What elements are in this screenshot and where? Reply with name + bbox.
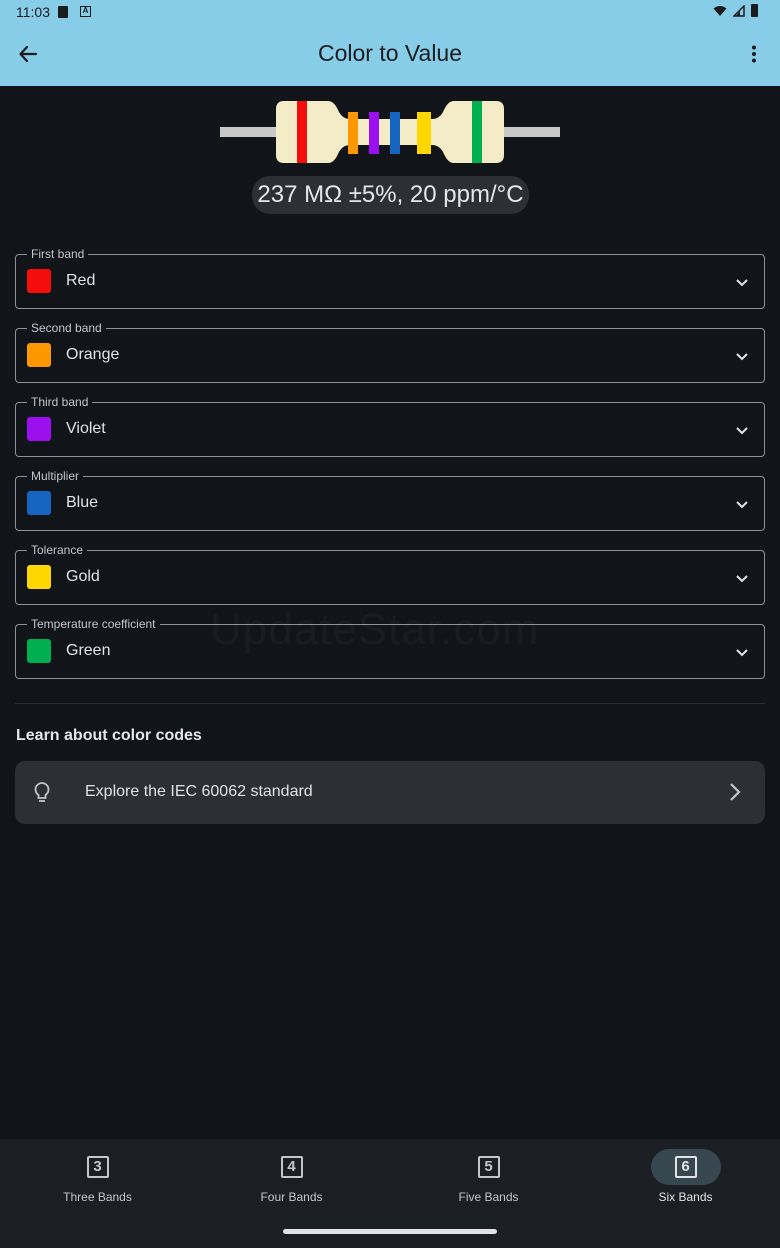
nav-label: Five Bands xyxy=(458,1190,519,1204)
resistance-result: 237 MΩ ±5%, 20 ppm/°C xyxy=(252,176,529,214)
field-label: Temperature coefficient xyxy=(27,616,160,632)
field-value: Green xyxy=(66,642,111,659)
chevron-down-icon xyxy=(736,279,748,287)
field-value: Red xyxy=(66,272,96,289)
resistor-band-3 xyxy=(369,112,379,154)
nav-six-bands[interactable]: 6 Six Bands xyxy=(588,1139,780,1219)
chevron-down-icon xyxy=(736,649,748,657)
field-value: Blue xyxy=(66,494,99,511)
nav-label: Three Bands xyxy=(63,1190,132,1204)
status-time: 11:03 xyxy=(16,4,50,20)
third-band-dropdown[interactable]: Third band Violet xyxy=(15,394,765,457)
resistor-band-6 xyxy=(472,101,482,163)
color-swatch xyxy=(27,417,51,441)
chevron-down-icon xyxy=(736,427,748,435)
digit-4-icon: 4 xyxy=(280,1156,303,1178)
nav-label: Four Bands xyxy=(260,1190,323,1204)
resistor-lead-right xyxy=(500,127,560,137)
color-swatch xyxy=(27,343,51,367)
resistor-illustration xyxy=(220,101,560,163)
page-title: Color to Value xyxy=(317,40,463,66)
explore-card-label: Explore the IEC 60062 standard xyxy=(85,783,313,800)
field-label: First band xyxy=(27,246,89,262)
nav-four-bands[interactable]: 4 Four Bands xyxy=(194,1139,389,1219)
multiplier-dropdown[interactable]: Multiplier Blue xyxy=(15,468,765,531)
field-value: Orange xyxy=(66,346,120,363)
explore-iec-standard-card[interactable]: Explore the IEC 60062 standard xyxy=(15,761,765,824)
chevron-right-icon xyxy=(730,783,741,801)
tolerance-dropdown[interactable]: Tolerance Gold xyxy=(15,542,765,605)
temperature-coefficient-dropdown[interactable]: Temperature coefficient Green xyxy=(15,616,765,679)
arrow-back-icon xyxy=(19,45,38,63)
second-band-dropdown[interactable]: Second band Orange xyxy=(15,320,765,383)
resistor-lead-left xyxy=(220,127,280,137)
field-value: Gold xyxy=(66,568,100,585)
resistor-band-4 xyxy=(390,112,400,154)
resistor-band-2 xyxy=(348,112,358,154)
lightbulb-icon xyxy=(34,782,50,802)
app-bar: 11:03 A Color to Value xyxy=(0,0,780,86)
field-label: Second band xyxy=(27,320,106,336)
digit-5-icon: 5 xyxy=(477,1156,500,1178)
color-swatch xyxy=(27,491,51,515)
field-label: Third band xyxy=(27,394,93,410)
status-icons xyxy=(713,4,758,17)
chevron-down-icon xyxy=(736,575,748,583)
field-value: Violet xyxy=(66,420,106,437)
screen: 11:03 A Color to Value 237 MΩ ±5%, 20 pp… xyxy=(0,0,780,1248)
chevron-down-icon xyxy=(736,501,748,509)
learn-section-heading: Learn about color codes xyxy=(16,727,202,744)
field-label: Multiplier xyxy=(27,468,84,484)
wifi-icon xyxy=(713,5,727,16)
notification-a-icon: A xyxy=(80,6,91,17)
more-vert-icon xyxy=(752,45,756,63)
divider xyxy=(15,703,765,704)
field-label: Tolerance xyxy=(27,542,88,558)
color-swatch xyxy=(27,639,51,663)
gesture-handle[interactable] xyxy=(283,1229,497,1234)
overflow-menu-button[interactable] xyxy=(740,40,768,68)
nav-three-bands[interactable]: 3 Three Bands xyxy=(0,1139,195,1219)
nav-label: Six Bands xyxy=(658,1190,713,1204)
resistor-band-5 xyxy=(417,112,431,154)
chevron-down-icon xyxy=(736,353,748,361)
resistor-band-1 xyxy=(297,101,307,163)
digit-3-icon: 3 xyxy=(86,1156,109,1178)
nav-five-bands[interactable]: 5 Five Bands xyxy=(391,1139,586,1219)
digit-6-icon: 6 xyxy=(674,1156,697,1178)
status-bar: 11:03 A xyxy=(0,0,780,24)
first-band-dropdown[interactable]: First band Red xyxy=(15,246,765,309)
battery-icon xyxy=(751,4,758,17)
color-swatch xyxy=(27,269,51,293)
back-button[interactable] xyxy=(14,40,42,68)
sd-card-icon xyxy=(58,6,68,18)
color-swatch xyxy=(27,565,51,589)
signal-icon xyxy=(733,4,745,17)
